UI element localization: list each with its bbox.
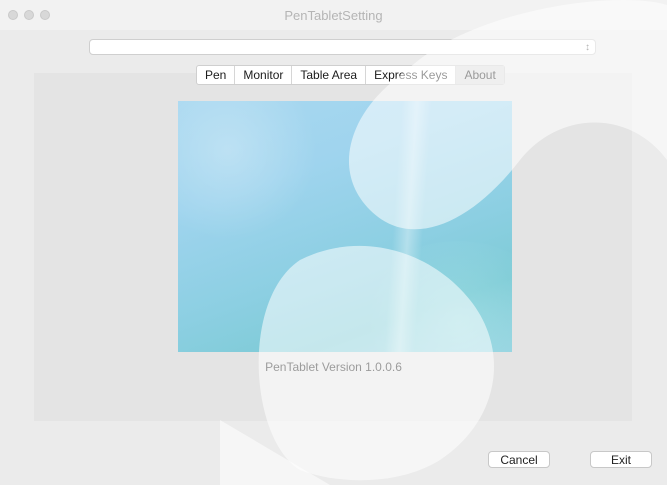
device-select[interactable]: ↕ xyxy=(89,39,596,55)
tab-express-keys[interactable]: Express Keys xyxy=(366,66,457,84)
tab-table-area[interactable]: Table Area xyxy=(292,66,367,84)
tab-monitor[interactable]: Monitor xyxy=(235,66,293,84)
tab-bar: Pen Monitor Table Area Express Keys Abou… xyxy=(196,65,505,85)
tab-pen[interactable]: Pen xyxy=(197,66,236,84)
window-title: PenTabletSetting xyxy=(284,8,383,23)
tab-about[interactable]: About xyxy=(456,66,504,84)
title-bar: PenTabletSetting xyxy=(0,0,667,30)
app-window: PenTabletSetting ↕ Pen Monitor Table Are… xyxy=(0,0,667,485)
version-label: PenTablet Version 1.0.0.6 xyxy=(265,360,402,374)
chevron-updown-icon: ↕ xyxy=(585,42,590,53)
about-image xyxy=(178,101,512,352)
exit-button[interactable]: Exit xyxy=(590,451,652,468)
cancel-button[interactable]: Cancel xyxy=(488,451,550,468)
